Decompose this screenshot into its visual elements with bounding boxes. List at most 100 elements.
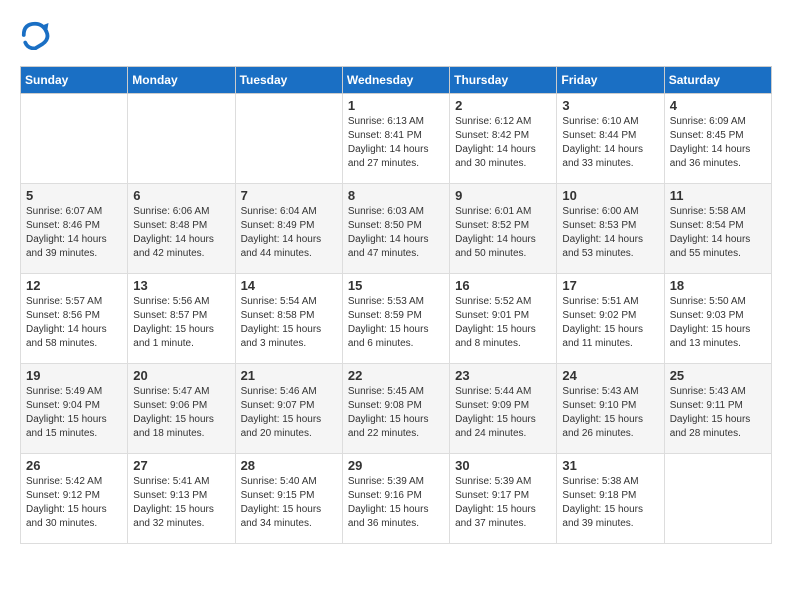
calendar-cell: 1 Sunrise: 6:13 AM Sunset: 8:41 PM Daylig…	[342, 94, 449, 184]
calendar-cell: 3 Sunrise: 6:10 AM Sunset: 8:44 PM Daylig…	[557, 94, 664, 184]
calendar-cell: 12 Sunrise: 5:57 AM Sunset: 8:56 PM Dayli…	[21, 274, 128, 364]
day-number: 12	[26, 278, 122, 293]
day-number: 19	[26, 368, 122, 383]
day-number: 30	[455, 458, 551, 473]
calendar-cell	[235, 94, 342, 184]
page-header	[20, 20, 772, 50]
calendar-cell: 4 Sunrise: 6:09 AM Sunset: 8:45 PM Daylig…	[664, 94, 771, 184]
day-info: Sunrise: 5:49 AM Sunset: 9:04 PM Dayligh…	[26, 385, 122, 441]
day-header-sunday: Sunday	[21, 67, 128, 94]
day-info: Sunrise: 6:10 AM Sunset: 8:44 PM Dayligh…	[562, 115, 658, 171]
day-number: 20	[133, 368, 229, 383]
day-info: Sunrise: 6:04 AM Sunset: 8:49 PM Dayligh…	[241, 205, 337, 261]
day-info: Sunrise: 6:06 AM Sunset: 8:48 PM Dayligh…	[133, 205, 229, 261]
day-info: Sunrise: 5:43 AM Sunset: 9:11 PM Dayligh…	[670, 385, 766, 441]
day-number: 14	[241, 278, 337, 293]
day-number: 29	[348, 458, 444, 473]
calendar-cell: 30 Sunrise: 5:39 AM Sunset: 9:17 PM Dayli…	[450, 454, 557, 544]
day-number: 18	[670, 278, 766, 293]
calendar-cell: 10 Sunrise: 6:00 AM Sunset: 8:53 PM Dayli…	[557, 184, 664, 274]
day-info: Sunrise: 5:44 AM Sunset: 9:09 PM Dayligh…	[455, 385, 551, 441]
day-header-tuesday: Tuesday	[235, 67, 342, 94]
day-info: Sunrise: 6:09 AM Sunset: 8:45 PM Dayligh…	[670, 115, 766, 171]
calendar-header-row: SundayMondayTuesdayWednesdayThursdayFrid…	[21, 67, 772, 94]
day-number: 1	[348, 98, 444, 113]
day-header-saturday: Saturday	[664, 67, 771, 94]
day-number: 28	[241, 458, 337, 473]
day-info: Sunrise: 5:46 AM Sunset: 9:07 PM Dayligh…	[241, 385, 337, 441]
day-number: 9	[455, 188, 551, 203]
day-info: Sunrise: 5:43 AM Sunset: 9:10 PM Dayligh…	[562, 385, 658, 441]
calendar-cell: 21 Sunrise: 5:46 AM Sunset: 9:07 PM Dayli…	[235, 364, 342, 454]
day-info: Sunrise: 5:58 AM Sunset: 8:54 PM Dayligh…	[670, 205, 766, 261]
day-header-friday: Friday	[557, 67, 664, 94]
day-info: Sunrise: 6:07 AM Sunset: 8:46 PM Dayligh…	[26, 205, 122, 261]
day-number: 22	[348, 368, 444, 383]
calendar-cell: 13 Sunrise: 5:56 AM Sunset: 8:57 PM Dayli…	[128, 274, 235, 364]
calendar-cell: 8Sunrise: 6:03 AM Sunset: 8:50 PM Daylig…	[342, 184, 449, 274]
calendar-cell: 23Sunrise: 5:44 AM Sunset: 9:09 PM Dayli…	[450, 364, 557, 454]
day-number: 31	[562, 458, 658, 473]
day-info: Sunrise: 5:51 AM Sunset: 9:02 PM Dayligh…	[562, 295, 658, 351]
calendar-cell	[664, 454, 771, 544]
day-header-thursday: Thursday	[450, 67, 557, 94]
day-number: 11	[670, 188, 766, 203]
calendar-cell: 19 Sunrise: 5:49 AM Sunset: 9:04 PM Dayli…	[21, 364, 128, 454]
day-number: 26	[26, 458, 122, 473]
calendar-cell: 31Sunrise: 5:38 AM Sunset: 9:18 PM Dayli…	[557, 454, 664, 544]
calendar-cell	[21, 94, 128, 184]
calendar-cell: 22 Sunrise: 5:45 AM Sunset: 9:08 PM Dayli…	[342, 364, 449, 454]
day-info: Sunrise: 5:47 AM Sunset: 9:06 PM Dayligh…	[133, 385, 229, 441]
day-info: Sunrise: 5:39 AM Sunset: 9:17 PM Dayligh…	[455, 475, 551, 531]
calendar-cell: 27Sunrise: 5:41 AM Sunset: 9:13 PM Dayli…	[128, 454, 235, 544]
day-number: 7	[241, 188, 337, 203]
day-info: Sunrise: 5:39 AM Sunset: 9:16 PM Dayligh…	[348, 475, 444, 531]
calendar-cell: 2 Sunrise: 6:12 AM Sunset: 8:42 PM Daylig…	[450, 94, 557, 184]
day-info: Sunrise: 5:41 AM Sunset: 9:13 PM Dayligh…	[133, 475, 229, 531]
day-header-wednesday: Wednesday	[342, 67, 449, 94]
calendar-cell: 5 Sunrise: 6:07 AM Sunset: 8:46 PM Daylig…	[21, 184, 128, 274]
calendar-cell: 16 Sunrise: 5:52 AM Sunset: 9:01 PM Dayli…	[450, 274, 557, 364]
day-number: 3	[562, 98, 658, 113]
calendar-cell: 15 Sunrise: 5:53 AM Sunset: 8:59 PM Dayli…	[342, 274, 449, 364]
calendar-week-row: 12 Sunrise: 5:57 AM Sunset: 8:56 PM Dayli…	[21, 274, 772, 364]
day-number: 10	[562, 188, 658, 203]
calendar-cell: 17 Sunrise: 5:51 AM Sunset: 9:02 PM Dayli…	[557, 274, 664, 364]
calendar-cell: 24 Sunrise: 5:43 AM Sunset: 9:10 PM Dayli…	[557, 364, 664, 454]
calendar-cell: 28Sunrise: 5:40 AM Sunset: 9:15 PM Dayli…	[235, 454, 342, 544]
day-number: 13	[133, 278, 229, 293]
day-info: Sunrise: 5:56 AM Sunset: 8:57 PM Dayligh…	[133, 295, 229, 351]
calendar-cell: 18 Sunrise: 5:50 AM Sunset: 9:03 PM Dayli…	[664, 274, 771, 364]
day-number: 15	[348, 278, 444, 293]
day-header-monday: Monday	[128, 67, 235, 94]
calendar-cell: 29 Sunrise: 5:39 AM Sunset: 9:16 PM Dayli…	[342, 454, 449, 544]
day-info: Sunrise: 5:50 AM Sunset: 9:03 PM Dayligh…	[670, 295, 766, 351]
day-info: Sunrise: 5:52 AM Sunset: 9:01 PM Dayligh…	[455, 295, 551, 351]
calendar-week-row: 19 Sunrise: 5:49 AM Sunset: 9:04 PM Dayli…	[21, 364, 772, 454]
day-info: Sunrise: 5:53 AM Sunset: 8:59 PM Dayligh…	[348, 295, 444, 351]
day-number: 5	[26, 188, 122, 203]
day-number: 17	[562, 278, 658, 293]
day-info: Sunrise: 6:03 AM Sunset: 8:50 PM Dayligh…	[348, 205, 444, 261]
day-info: Sunrise: 6:13 AM Sunset: 8:41 PM Dayligh…	[348, 115, 444, 171]
day-info: Sunrise: 5:42 AM Sunset: 9:12 PM Dayligh…	[26, 475, 122, 531]
day-number: 2	[455, 98, 551, 113]
day-info: Sunrise: 6:00 AM Sunset: 8:53 PM Dayligh…	[562, 205, 658, 261]
calendar-week-row: 26 Sunrise: 5:42 AM Sunset: 9:12 PM Dayli…	[21, 454, 772, 544]
day-number: 21	[241, 368, 337, 383]
day-number: 6	[133, 188, 229, 203]
day-number: 25	[670, 368, 766, 383]
day-info: Sunrise: 6:01 AM Sunset: 8:52 PM Dayligh…	[455, 205, 551, 261]
day-info: Sunrise: 6:12 AM Sunset: 8:42 PM Dayligh…	[455, 115, 551, 171]
day-number: 4	[670, 98, 766, 113]
day-info: Sunrise: 5:45 AM Sunset: 9:08 PM Dayligh…	[348, 385, 444, 441]
calendar-cell: 9 Sunrise: 6:01 AM Sunset: 8:52 PM Daylig…	[450, 184, 557, 274]
calendar-cell: 26 Sunrise: 5:42 AM Sunset: 9:12 PM Dayli…	[21, 454, 128, 544]
calendar-cell: 6 Sunrise: 6:06 AM Sunset: 8:48 PM Daylig…	[128, 184, 235, 274]
day-number: 16	[455, 278, 551, 293]
day-info: Sunrise: 5:57 AM Sunset: 8:56 PM Dayligh…	[26, 295, 122, 351]
calendar-table: SundayMondayTuesdayWednesdayThursdayFrid…	[20, 66, 772, 544]
day-number: 24	[562, 368, 658, 383]
calendar-cell: 14Sunrise: 5:54 AM Sunset: 8:58 PM Dayli…	[235, 274, 342, 364]
calendar-cell: 11 Sunrise: 5:58 AM Sunset: 8:54 PM Dayli…	[664, 184, 771, 274]
